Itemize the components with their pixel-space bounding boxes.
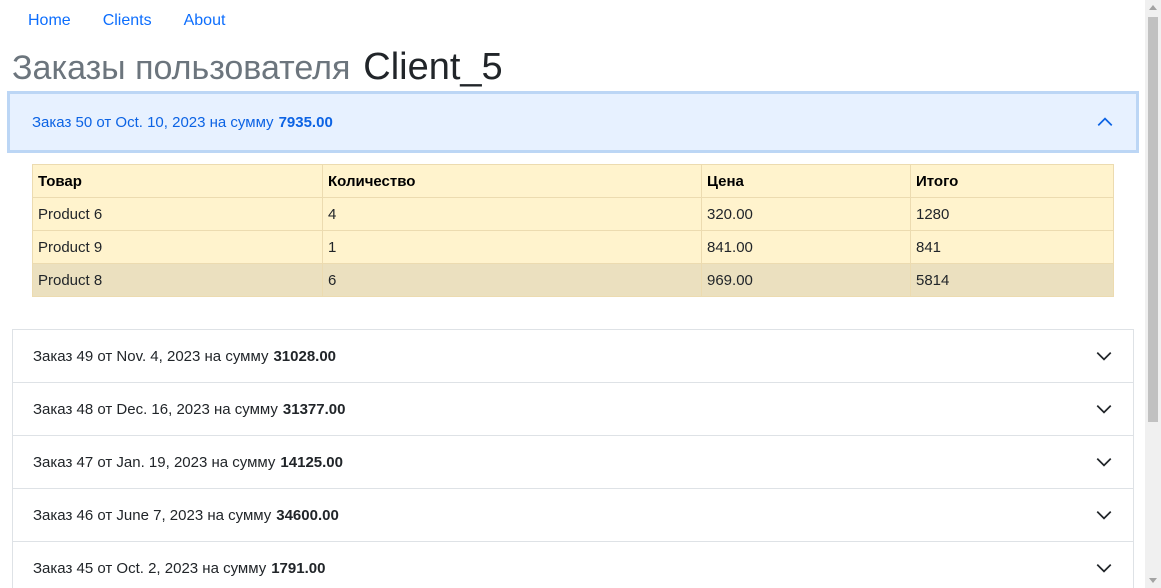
page-title: Заказы пользователя Client_5 [12, 44, 503, 91]
order-header-button[interactable]: Заказ 50 от Oct. 10, 2023 на сумму 7935.0… [10, 94, 1136, 150]
order-header-label: Заказ 48 от Dec. 16, 2023 на сумму 31377.… [33, 401, 345, 418]
page: Home Clients About Заказы пользователя C… [0, 0, 1145, 588]
table-row: Product 9 1 841.00 841 [32, 230, 1114, 264]
order-item: Заказ 50 от Oct. 10, 2023 на сумму 7935.0… [10, 94, 1136, 330]
order-item: Заказ 45 от Oct. 2, 2023 на сумму 1791.00 [12, 542, 1134, 588]
page-title-prefix: Заказы пользователя [12, 49, 351, 87]
order-total: 31377.00 [282, 400, 346, 418]
order-header-label: Заказ 47 от Jan. 19, 2023 на сумму 14125.… [33, 454, 343, 471]
cell-total: 5814 [910, 263, 1114, 297]
chevron-down-icon [1096, 458, 1112, 467]
order-description: Заказ 48 от Dec. 16, 2023 на сумму [33, 400, 278, 418]
cell-price: 969.00 [701, 263, 911, 297]
order-description: Заказ 47 от Jan. 19, 2023 на сумму [33, 453, 276, 471]
table-row: Product 8 6 969.00 5814 [32, 263, 1114, 297]
order-header-button[interactable]: Заказ 46 от June 7, 2023 на сумму 34600.0… [13, 489, 1133, 541]
order-header-button[interactable]: Заказ 48 от Dec. 16, 2023 на сумму 31377.… [13, 383, 1133, 435]
order-items-table: Товар Количество Цена Итого Product 6 4 … [32, 164, 1114, 297]
chevron-down-icon [1096, 405, 1112, 414]
order-body: Товар Количество Цена Итого Product 6 4 … [12, 150, 1134, 329]
order-header-label: Заказ 46 от June 7, 2023 на сумму 34600.0… [33, 507, 339, 524]
column-header-product: Товар [32, 164, 323, 198]
scroll-up-arrow-icon[interactable] [1149, 5, 1157, 10]
order-header-button[interactable]: Заказ 47 от Jan. 19, 2023 на сумму 14125.… [13, 436, 1133, 488]
order-total: 14125.00 [280, 453, 343, 471]
cell-product: Product 8 [32, 263, 323, 297]
scrollbar-thumb[interactable] [1148, 17, 1158, 422]
chevron-down-icon [1096, 511, 1112, 520]
column-header-total: Итого [910, 164, 1114, 198]
order-header-label: Заказ 50 от Oct. 10, 2023 на сумму 7935.0… [32, 114, 333, 131]
nav-link-about[interactable]: About [168, 0, 242, 42]
table-row: Product 6 4 320.00 1280 [32, 197, 1114, 231]
cell-quantity: 1 [322, 230, 702, 264]
cell-price: 320.00 [701, 197, 911, 231]
order-header-label: Заказ 45 от Oct. 2, 2023 на сумму 1791.00 [33, 560, 325, 577]
order-description: Заказ 45 от Oct. 2, 2023 на сумму [33, 559, 267, 577]
column-header-price: Цена [701, 164, 911, 198]
cell-quantity: 6 [322, 263, 702, 297]
page-title-client-name: Client_5 [363, 46, 503, 88]
order-header-label: Заказ 49 от Nov. 4, 2023 на сумму 31028.0… [33, 348, 336, 365]
order-total: 7935.00 [278, 113, 333, 131]
order-header-button[interactable]: Заказ 45 от Oct. 2, 2023 на сумму 1791.00 [13, 542, 1133, 588]
chevron-down-icon [1096, 564, 1112, 573]
nav-link-home[interactable]: Home [12, 0, 87, 42]
cell-total: 841 [910, 230, 1114, 264]
chevron-up-icon [1097, 117, 1113, 126]
cell-total: 1280 [910, 197, 1114, 231]
vertical-scrollbar[interactable] [1145, 0, 1161, 588]
table-header-row: Товар Количество Цена Итого [32, 164, 1114, 198]
order-header-button[interactable]: Заказ 49 от Nov. 4, 2023 на сумму 31028.0… [13, 330, 1133, 382]
nav-link-clients[interactable]: Clients [87, 0, 168, 42]
order-total: 31028.00 [273, 347, 337, 365]
scroll-down-arrow-icon[interactable] [1149, 578, 1157, 583]
order-item: Заказ 49 от Nov. 4, 2023 на сумму 31028.0… [12, 330, 1134, 383]
cell-product: Product 9 [32, 230, 323, 264]
cell-product: Product 6 [32, 197, 323, 231]
orders-accordion: Заказ 50 от Oct. 10, 2023 на сумму 7935.0… [10, 94, 1136, 588]
chevron-down-icon [1096, 352, 1112, 361]
top-nav: Home Clients About [12, 0, 241, 42]
order-item: Заказ 48 от Dec. 16, 2023 на сумму 31377.… [12, 383, 1134, 436]
cell-price: 841.00 [701, 230, 911, 264]
cell-quantity: 4 [322, 197, 702, 231]
order-description: Заказ 49 от Nov. 4, 2023 на сумму [33, 347, 269, 365]
order-item: Заказ 47 от Jan. 19, 2023 на сумму 14125.… [12, 436, 1134, 489]
order-total: 34600.00 [276, 506, 339, 524]
column-header-quantity: Количество [322, 164, 702, 198]
order-description: Заказ 50 от Oct. 10, 2023 на сумму [32, 113, 274, 131]
order-item: Заказ 46 от June 7, 2023 на сумму 34600.0… [12, 489, 1134, 542]
order-description: Заказ 46 от June 7, 2023 на сумму [33, 506, 272, 524]
order-total: 1791.00 [271, 559, 326, 577]
